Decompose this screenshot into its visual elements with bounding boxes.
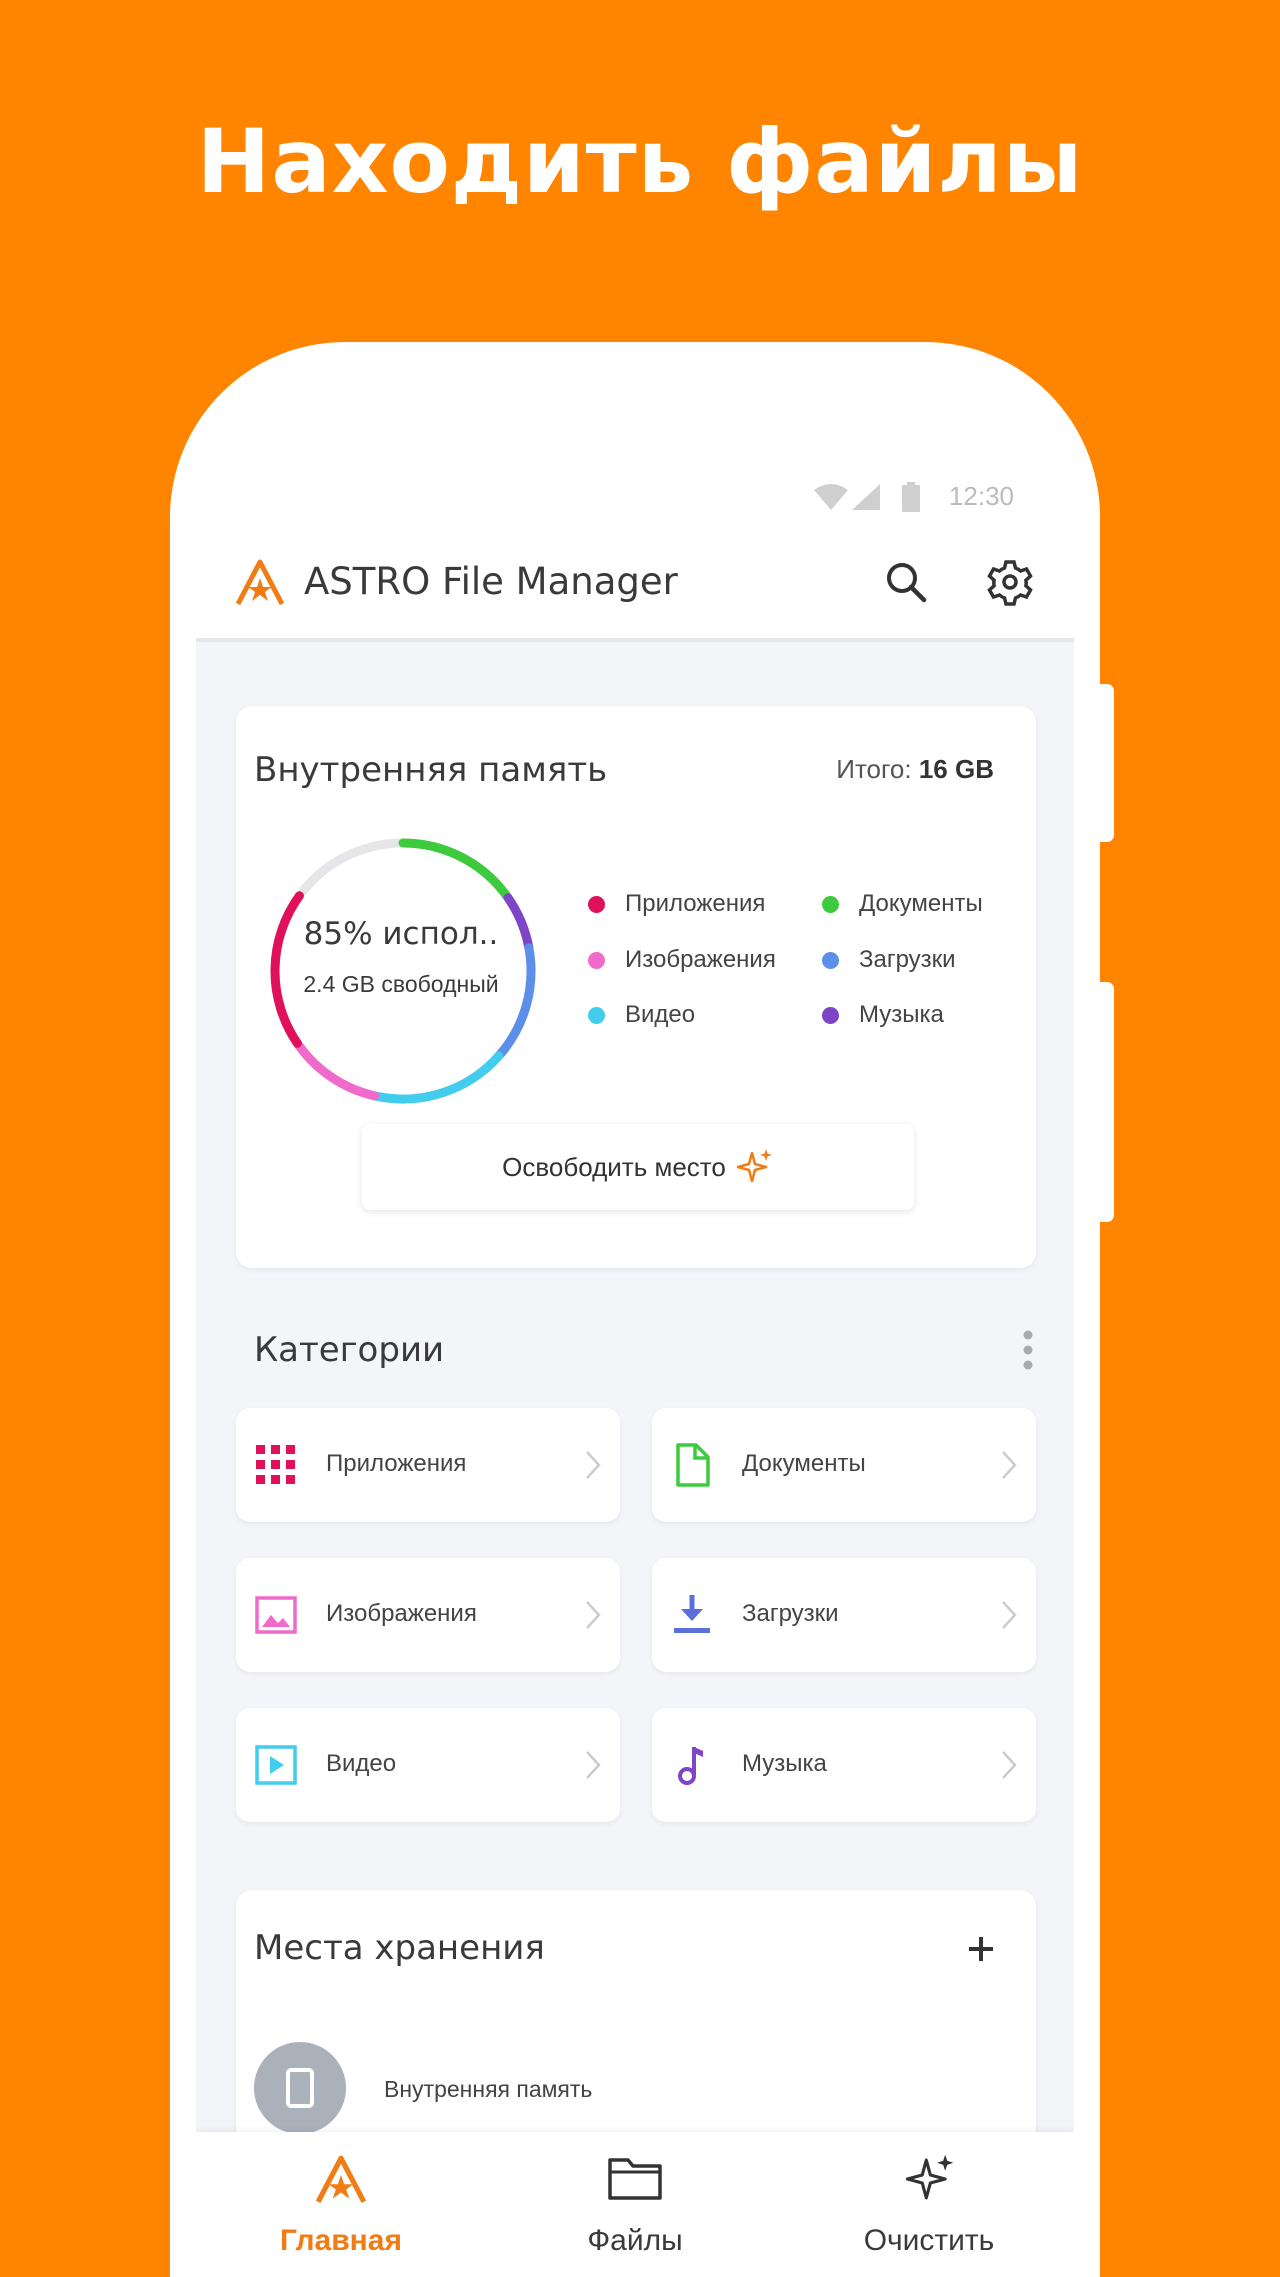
legend-label: Загрузки: [859, 946, 956, 973]
nav-files[interactable]: Файлы: [490, 2132, 780, 2277]
bottom-navigation: Главная Файлы Очистить: [196, 2132, 1074, 2277]
category-music[interactable]: Музыка: [652, 1708, 1036, 1822]
donut-segment: [292, 1038, 380, 1101]
search-icon: [887, 563, 927, 603]
legend-label: Видео: [625, 1001, 696, 1028]
image-icon: [255, 1596, 297, 1634]
status-bar: 12:30: [196, 472, 1074, 522]
chevron-right-icon: [1002, 1751, 1017, 1779]
legend-item-downloads: Загрузки: [822, 946, 956, 974]
more-options-icon[interactable]: [1022, 1330, 1034, 1370]
category-downloads[interactable]: Загрузки: [652, 1558, 1036, 1672]
legend-item-images: Изображения: [588, 946, 776, 974]
storage-used-text: 85% испол..: [303, 916, 499, 952]
legend-label: Приложения: [625, 890, 766, 917]
storage-free-text: 2.4 GB свободный: [303, 971, 499, 997]
legend-label: Изображения: [625, 946, 776, 973]
promo-headline: Находить файлы: [196, 110, 1084, 213]
document-icon: [676, 1443, 710, 1487]
wifi-icon: [814, 484, 848, 510]
category-images[interactable]: Изображения: [236, 1558, 620, 1672]
category-documents[interactable]: Документы: [652, 1408, 1036, 1522]
download-icon: [674, 1595, 710, 1633]
app-screen: 12:30 ASTRO File Manager Внутренняя памя…: [196, 472, 1074, 2277]
category-label: Видео: [326, 1750, 397, 1777]
status-time: 12:30: [948, 481, 1014, 511]
category-label: Загрузки: [742, 1600, 839, 1627]
chevron-right-icon: [1002, 1451, 1017, 1479]
settings-button[interactable]: [980, 552, 1040, 612]
battery-icon: [902, 482, 920, 512]
search-button[interactable]: [876, 552, 936, 612]
donut-segment: [370, 1051, 504, 1104]
category-label: Музыка: [742, 1750, 827, 1777]
sparkle-icon: [736, 1149, 772, 1183]
add-storage-icon[interactable]: [966, 1934, 996, 1964]
category-video[interactable]: Видео: [236, 1708, 620, 1822]
gear-icon: [987, 560, 1033, 606]
storage-place-label[interactable]: Внутренняя память: [384, 2076, 592, 2103]
category-label: Изображения: [326, 1600, 477, 1627]
chevron-right-icon: [1002, 1601, 1017, 1629]
app-title: ASTRO File Manager: [304, 560, 678, 603]
folder-icon: [608, 2158, 662, 2200]
donut-segment: [398, 838, 513, 903]
legend-label: Музыка: [859, 1001, 944, 1028]
storage-card[interactable]: Внутренняя память Итого: 16 GB 85% испол…: [236, 706, 1036, 1268]
legend-item-documents: Документы: [822, 890, 983, 918]
nav-home-label: Главная: [279, 2224, 402, 2257]
legend-item-apps: Приложения: [588, 890, 765, 918]
astro-logo-icon: [315, 2155, 367, 2204]
app-bar: ASTRO File Manager: [196, 522, 1074, 642]
chevron-right-icon: [586, 1451, 601, 1479]
free-space-label: Освободить место: [502, 1151, 726, 1182]
phone-side-button-upper: [1100, 684, 1114, 842]
free-space-button[interactable]: Освободить место: [362, 1124, 914, 1210]
categories-title: Категории: [254, 1330, 445, 1370]
legend-item-video: Видео: [588, 1001, 695, 1029]
nav-home[interactable]: Главная: [196, 2132, 486, 2277]
phone-side-button-lower: [1100, 982, 1114, 1222]
sparkle-icon: [905, 2154, 954, 2200]
storage-total: Итого: 16 GB: [836, 754, 994, 785]
legend-dot: [822, 895, 839, 913]
legend-dot: [588, 1006, 605, 1024]
phone-icon: [286, 2068, 314, 2108]
storage-title: Внутренняя память: [254, 750, 608, 790]
category-label: Приложения: [326, 1450, 467, 1477]
signal-icon: [852, 484, 880, 510]
legend-dot: [822, 951, 839, 969]
storage-place-avatar[interactable]: [254, 2042, 346, 2134]
legend-dot: [588, 895, 605, 913]
donut-segment: [494, 943, 536, 1061]
category-label: Документы: [742, 1450, 866, 1477]
apps-grid-icon: [256, 1445, 295, 1484]
storage-total-value: 16 GB: [918, 754, 994, 784]
legend-dot: [588, 951, 605, 969]
video-icon: [255, 1745, 297, 1785]
legend-label: Документы: [859, 890, 983, 917]
legend-item-music: Музыка: [822, 1001, 944, 1029]
category-apps[interactable]: Приложения: [236, 1408, 620, 1522]
nav-clean[interactable]: Очистить: [784, 2132, 1074, 2277]
nav-clean-label: Очистить: [863, 2224, 995, 2257]
storage-total-label: Итого:: [836, 754, 912, 784]
astro-logo-icon: [235, 559, 285, 606]
music-note-icon: [678, 1747, 703, 1785]
chevron-right-icon: [586, 1601, 601, 1629]
nav-files-label: Файлы: [587, 2224, 683, 2257]
legend-dot: [822, 1006, 839, 1024]
storage-places-title: Места хранения: [254, 1928, 545, 1968]
chevron-right-icon: [586, 1751, 601, 1779]
